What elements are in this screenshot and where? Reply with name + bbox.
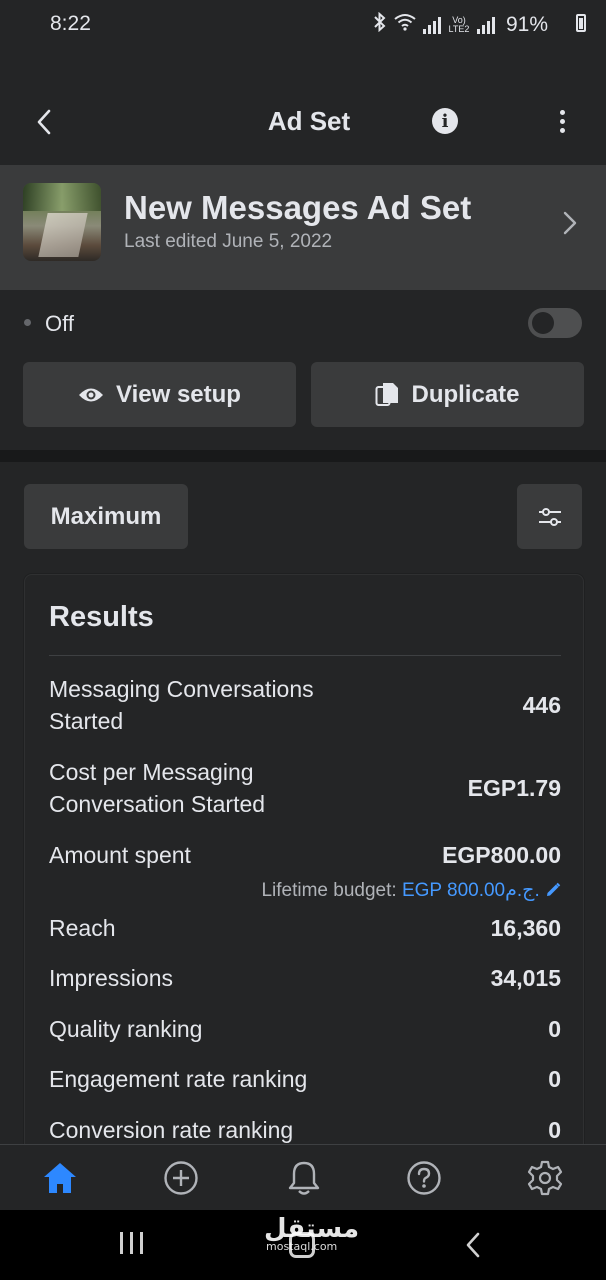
edit-pencil-icon[interactable] (545, 882, 561, 898)
metric-label: Quality ranking (49, 1016, 203, 1042)
budget-label: Lifetime budget: (261, 880, 397, 901)
metric-row: Impressions 34,015 (49, 962, 561, 1002)
nav-settings[interactable] (526, 1159, 564, 1197)
date-range-button[interactable]: Maximum (24, 484, 188, 549)
recents-icon[interactable] (120, 1232, 143, 1254)
metric-row: Messaging Conversations Started 446 (49, 673, 561, 743)
adset-last-edited: Last edited June 5, 2022 (124, 231, 333, 252)
metric-value: EGP1.79 (467, 775, 561, 801)
metric-value: 446 (522, 692, 561, 718)
back-icon[interactable] (460, 1230, 486, 1260)
metric-value: 0 (548, 1016, 561, 1042)
delivery-section: Off View setup Duplicate (0, 290, 606, 450)
metric-label: Cost per Messaging Conversation Started (49, 759, 266, 817)
nav-create[interactable] (162, 1159, 200, 1197)
results-card: Results Messaging Conversations Started … (24, 574, 584, 1144)
toggle-knob (532, 312, 554, 334)
sliders-icon (538, 507, 561, 526)
duplicate-icon (375, 382, 399, 406)
budget-value: EGP 800.00ج.م. (401, 880, 540, 901)
metric-row: Conversion rate ranking 0 (49, 1114, 561, 1144)
network-label: Vo) LTE2 (448, 15, 470, 34)
metric-value: 0 (548, 1117, 561, 1143)
metric-label: Reach (49, 915, 116, 941)
metric-value: 34,015 (490, 965, 561, 991)
help-icon (407, 1161, 441, 1195)
settings-icon (527, 1160, 563, 1196)
eye-icon (79, 388, 104, 401)
nav-home[interactable] (41, 1159, 79, 1197)
app-bar: Ad Set i (0, 80, 606, 164)
status-bar: 8:22 Vo) LTE2 91% (0, 0, 606, 48)
battery-icon (576, 14, 586, 32)
metric-label: Amount spent (49, 842, 191, 868)
home-icon (44, 1163, 76, 1193)
chevron-right-icon (563, 211, 577, 235)
view-setup-button[interactable]: View setup (23, 362, 296, 427)
delivery-toggle[interactable] (528, 308, 582, 338)
adset-thumbnail (23, 183, 101, 261)
info-icon[interactable]: i (432, 108, 458, 134)
wifi-icon (394, 13, 416, 37)
metric-row: Cost per Messaging Conversation Started … (49, 756, 561, 826)
metric-label: Impressions (49, 965, 173, 991)
signal-icon (422, 16, 441, 34)
section-divider (0, 450, 606, 462)
system-nav-bar: مستقل mostaql.com (0, 1210, 606, 1280)
view-setup-label: View setup (116, 380, 241, 408)
bottom-nav (0, 1144, 606, 1210)
metric-value: EGP800.00 (442, 842, 561, 868)
metric-value: 0 (548, 1066, 561, 1092)
metric-row: Quality ranking 0 (49, 1013, 561, 1053)
signal-icon (476, 16, 495, 34)
metric-row: Reach 16,360 (49, 912, 561, 952)
watermark-url: mostaql.com (266, 1240, 338, 1253)
nav-notifications[interactable] (285, 1159, 323, 1197)
notifications-icon (288, 1161, 320, 1195)
metric-label: Conversion rate ranking (49, 1117, 294, 1143)
status-dot-icon (24, 319, 31, 326)
status-time: 8:22 (50, 12, 91, 35)
divider (49, 655, 561, 656)
duplicate-label: Duplicate (411, 380, 520, 408)
create-icon (164, 1161, 198, 1195)
filter-button[interactable] (517, 484, 582, 549)
status-label: Off (45, 311, 74, 336)
duplicate-button[interactable]: Duplicate (311, 362, 584, 427)
metric-label: Engagement rate ranking (49, 1066, 308, 1092)
status-icons: Vo) LTE2 91% (373, 11, 548, 38)
metric-row: Amount spent EGP800.00 Lifetime budget: … (49, 839, 561, 909)
metric-value: 16,360 (490, 915, 561, 941)
more-vertical-icon[interactable] (548, 106, 576, 136)
results-title: Results (49, 601, 154, 633)
battery-text: 91% (505, 13, 548, 36)
metric-row: Engagement rate ranking 0 (49, 1063, 561, 1103)
page-title: Ad Set (267, 106, 351, 136)
insights-section: Maximum Results Messaging Conversations … (0, 462, 606, 1144)
adset-name: New Messages Ad Set (124, 189, 472, 226)
nav-help[interactable] (405, 1159, 443, 1197)
lifetime-budget[interactable]: Lifetime budget: EGP 800.00ج.م. (261, 879, 561, 902)
adset-header[interactable]: New Messages Ad Set Last edited June 5, … (0, 165, 606, 290)
bluetooth-icon (373, 11, 387, 38)
metric-label: Messaging Conversations Started (49, 676, 314, 734)
